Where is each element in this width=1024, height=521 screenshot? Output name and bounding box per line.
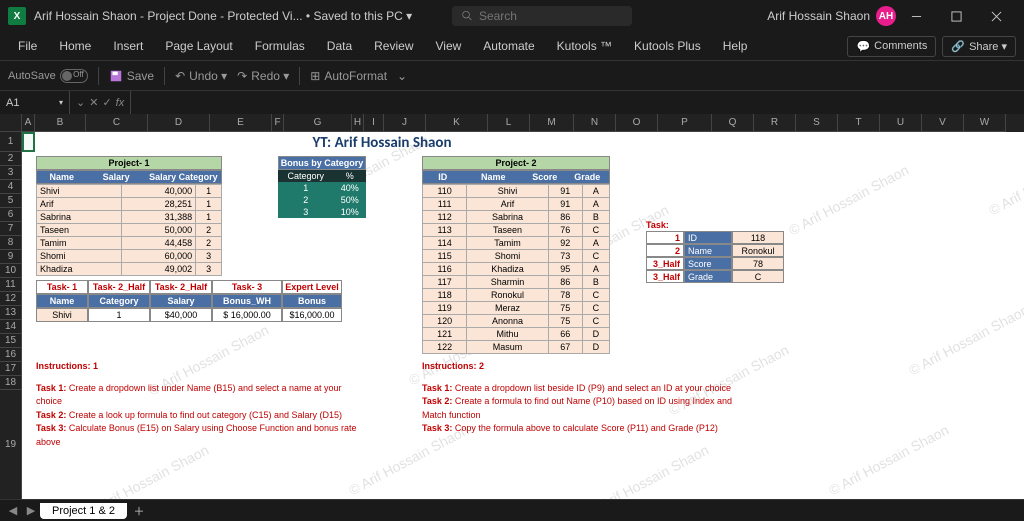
- project2-title: Project- 2: [422, 156, 610, 170]
- search-box[interactable]: [452, 6, 632, 26]
- tab-home[interactable]: Home: [49, 35, 101, 57]
- tab-help[interactable]: Help: [713, 35, 758, 57]
- watermark: © Arif Hossain Shaon: [86, 442, 211, 499]
- avatar: AH: [876, 6, 896, 26]
- formula-buttons[interactable]: ⌄ ✕ ✓ fx: [70, 96, 130, 109]
- watermark: © Arif Hossain Shaon: [786, 162, 911, 239]
- column-headers[interactable]: ABCDEFGHIJKLMNOPQRSTUVW: [0, 114, 1024, 132]
- tab-insert[interactable]: Insert: [103, 35, 153, 57]
- user-label[interactable]: Arif Hossain Shaon AH: [767, 6, 896, 26]
- tab-automate[interactable]: Automate: [473, 35, 544, 57]
- page-title: YT: Arif Hossain Shaon: [282, 134, 482, 152]
- document-title: Arif Hossain Shaon - Project Done - Prot…: [34, 9, 412, 23]
- tab-review[interactable]: Review: [364, 35, 423, 57]
- search-input[interactable]: [479, 9, 622, 23]
- tab-kutools-plus[interactable]: Kutools Plus: [624, 35, 711, 57]
- autosave-toggle[interactable]: AutoSave Off: [8, 69, 88, 83]
- row-headers[interactable]: 12345678910111213141516171819: [0, 132, 22, 499]
- project1-headers: Name Salary Salary Category: [36, 170, 222, 184]
- grid[interactable]: © Arif Hossain Shaon © Arif Hossain Shao…: [22, 132, 1024, 499]
- redo-button[interactable]: ↷ Redo ▾: [237, 69, 289, 83]
- sheet-tabs: ◀ ▶ Project 1 & 2 ＋: [0, 499, 1024, 521]
- sheet-tab-active[interactable]: Project 1 & 2: [40, 503, 127, 519]
- project1-title: Project- 1: [36, 156, 222, 170]
- maximize-button[interactable]: [936, 2, 976, 30]
- bonus-title: Bonus by Category: [278, 156, 366, 170]
- ribbon-tabs: File Home Insert Page Layout Formulas Da…: [0, 32, 1024, 60]
- autoformat-button[interactable]: ⊞ AutoFormat: [310, 69, 387, 83]
- tab-view[interactable]: View: [426, 35, 472, 57]
- tab-prev[interactable]: ◀: [4, 504, 22, 517]
- cell-selection: [22, 132, 35, 152]
- watermark: © Arif Hossain Shaon: [826, 422, 951, 499]
- project1-table: Shivi40,0001Arif28,2511Sabrina31,3881Tas…: [36, 184, 222, 276]
- formula-bar-row: A1▾ ⌄ ✕ ✓ fx: [0, 90, 1024, 114]
- task-box: Task: 1ID1182NameRonokul3_HalfScore783_H…: [646, 220, 784, 283]
- instructions-2: Instructions: 2 Task 1: Create a dropdow…: [422, 360, 752, 436]
- tab-kutools[interactable]: Kutools ™: [547, 35, 622, 57]
- more-button[interactable]: ⌄: [397, 69, 407, 83]
- bonus-table: Category%140%250%310%: [278, 170, 366, 218]
- watermark: © Arif Hossain Shaon: [906, 302, 1024, 379]
- ribbon-bar: AutoSave Off Save ↶ Undo ▾ ↷ Redo ▾ ⊞ Au…: [0, 60, 1024, 90]
- watermark: © Arif Hossain Shaon: [586, 442, 711, 499]
- minimize-button[interactable]: [896, 2, 936, 30]
- tab-page-layout[interactable]: Page Layout: [155, 35, 242, 57]
- instructions-1: Instructions: 1 Task 1: Create a dropdow…: [36, 360, 366, 449]
- project2-table: 110Shivi91A111Arif91A112Sabrina86B113Tas…: [422, 184, 610, 354]
- tab-next[interactable]: ▶: [22, 504, 40, 517]
- titlebar: X Arif Hossain Shaon - Project Done - Pr…: [0, 0, 1024, 32]
- save-button[interactable]: Save: [109, 69, 154, 83]
- share-button[interactable]: 🔗 Share ▾: [942, 36, 1016, 57]
- task-headers: Task- 1 Task- 2_Half Task- 2_Half Task- …: [36, 280, 342, 294]
- undo-button[interactable]: ↶ Undo ▾: [175, 69, 227, 83]
- toggle-icon: Off: [60, 69, 88, 83]
- task-subheaders: Name Category Salary Bonus_WH Bonus: [36, 294, 342, 308]
- watermark: © Arif Hossain Shaon: [986, 142, 1024, 219]
- tab-file[interactable]: File: [8, 35, 47, 57]
- task-row: Shivi 1 $40,000 $ 16,000.00 $16,000.00: [36, 308, 342, 322]
- comments-button[interactable]: 💬 Comments: [847, 36, 936, 57]
- sheet-area: ABCDEFGHIJKLMNOPQRSTUVW 1234567891011121…: [0, 114, 1024, 499]
- tab-formulas[interactable]: Formulas: [245, 35, 315, 57]
- save-icon: [109, 69, 123, 83]
- add-sheet-button[interactable]: ＋: [127, 503, 151, 519]
- project2-headers: ID Name Score Grade: [422, 170, 610, 184]
- excel-icon: X: [8, 7, 26, 25]
- name-box[interactable]: A1▾: [0, 91, 70, 114]
- formula-bar[interactable]: [130, 91, 1024, 114]
- search-icon: [462, 10, 473, 22]
- close-button[interactable]: [976, 2, 1016, 30]
- tab-data[interactable]: Data: [317, 35, 362, 57]
